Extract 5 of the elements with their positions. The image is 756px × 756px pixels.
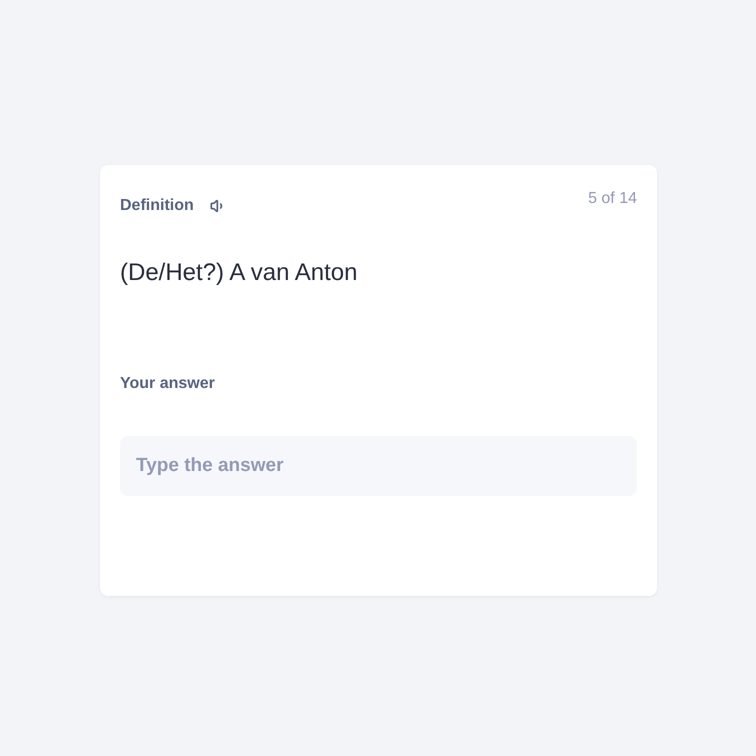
answer-field[interactable]: Type the answer [120, 436, 637, 496]
card-counter: 5 of 14 [588, 189, 637, 209]
prompt-text: (De/Het?) A van Anton [120, 258, 358, 288]
definition-label: Definition [120, 196, 194, 216]
answer-label: Your answer [120, 374, 216, 394]
